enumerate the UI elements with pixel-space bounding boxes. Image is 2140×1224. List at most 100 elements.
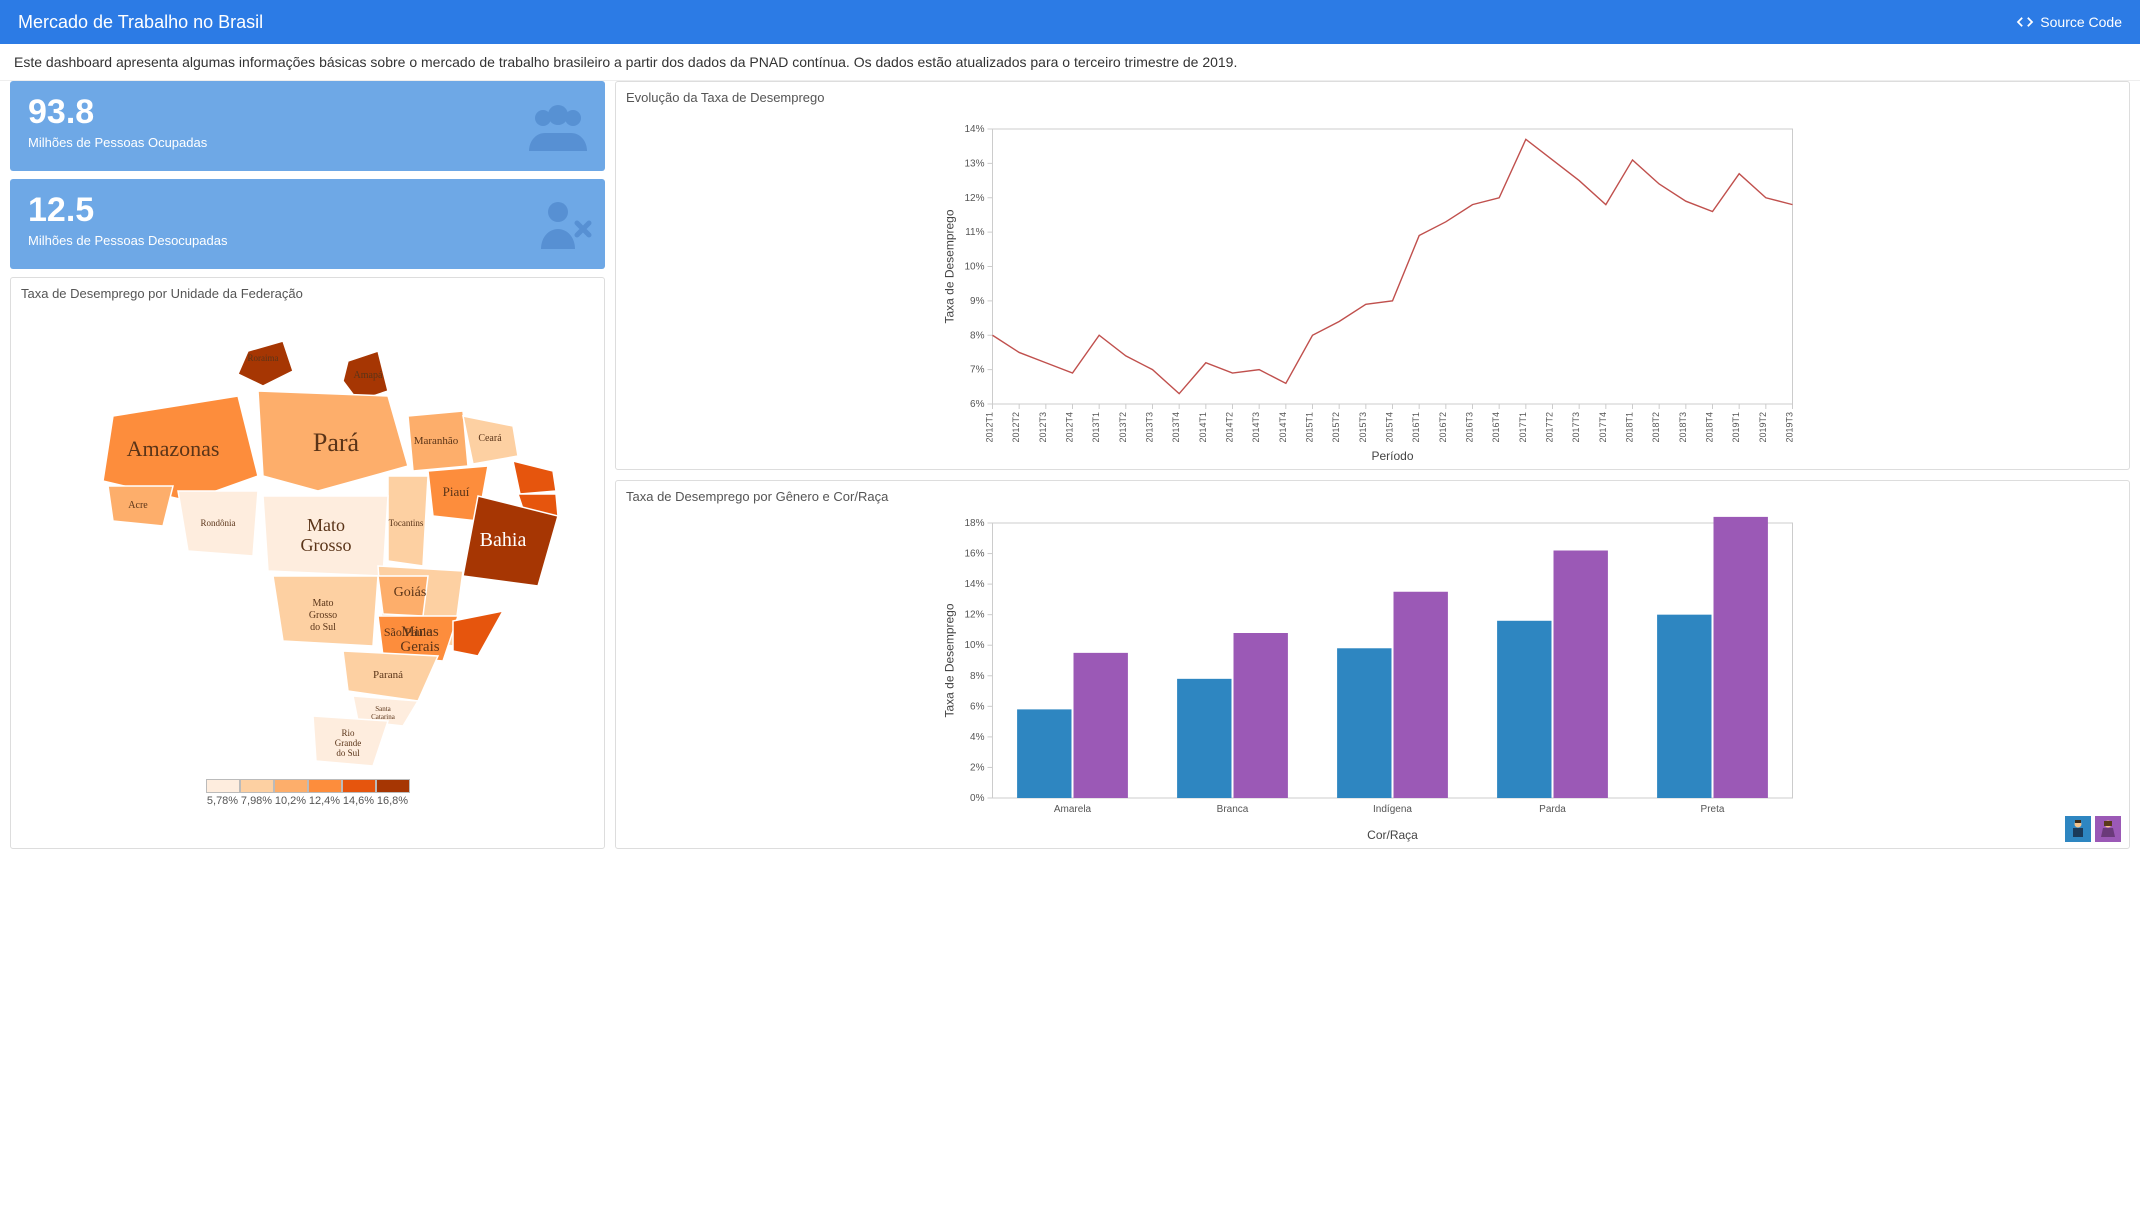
svg-text:2013T3: 2013T3	[1145, 412, 1155, 443]
svg-text:Roraima: Roraima	[247, 353, 278, 363]
svg-text:2017T1: 2017T1	[1518, 412, 1528, 443]
line-chart[interactable]: 6%7%8%9%10%11%12%13%14%2012T12012T22012T…	[616, 114, 2129, 464]
svg-text:Amapá: Amapá	[353, 370, 382, 381]
app-header: Mercado de Trabalho no Brasil Source Cod…	[0, 0, 2140, 44]
svg-text:6%: 6%	[970, 399, 985, 410]
svg-text:Grande: Grande	[334, 738, 361, 748]
svg-text:2018T1: 2018T1	[1625, 412, 1635, 443]
svg-text:Santa: Santa	[375, 705, 391, 713]
brazil-map[interactable]: Roraima Amapá Amazonas Pará Acre Rondôni…	[58, 316, 558, 771]
svg-text:11%: 11%	[965, 227, 984, 238]
svg-text:8%: 8%	[970, 330, 985, 341]
svg-text:2012T2: 2012T2	[1011, 412, 1021, 443]
kpi-occupied: 93.8 Milhões de Pessoas Ocupadas	[10, 81, 605, 171]
page-title: Mercado de Trabalho no Brasil	[18, 12, 263, 33]
svg-text:Taxa de Desemprego: Taxa de Desemprego	[943, 603, 957, 717]
svg-text:Catarina: Catarina	[371, 713, 396, 721]
svg-text:2019T3: 2019T3	[1785, 412, 1795, 443]
source-code-label: Source Code	[2040, 14, 2122, 30]
svg-text:do Sul: do Sul	[310, 622, 336, 633]
code-icon	[2016, 15, 2034, 29]
map-legend-labels: 5,78% 7,98% 10,2% 12,4% 14,6% 16,8%	[206, 795, 410, 807]
svg-text:2018T3: 2018T3	[1678, 412, 1688, 443]
svg-text:2014T1: 2014T1	[1198, 412, 1208, 443]
svg-text:2012T4: 2012T4	[1065, 412, 1075, 443]
svg-text:Parda: Parda	[1539, 804, 1566, 815]
gender-legend	[2065, 816, 2121, 842]
svg-text:2016T1: 2016T1	[1411, 412, 1421, 443]
svg-text:14%: 14%	[964, 124, 984, 135]
svg-text:Mato: Mato	[307, 515, 345, 535]
svg-text:2017T2: 2017T2	[1545, 412, 1555, 443]
line-chart-box: Evolução da Taxa de Desemprego 6% 7% 8% 9% 1…	[615, 81, 2130, 470]
svg-text:Bahia: Bahia	[479, 529, 526, 551]
svg-text:Rio: Rio	[341, 728, 355, 738]
svg-text:4%: 4%	[970, 732, 985, 743]
svg-text:do Sul: do Sul	[336, 748, 360, 758]
svg-text:8%: 8%	[970, 671, 985, 682]
svg-text:2016T2: 2016T2	[1438, 412, 1448, 443]
kpi-unemployed-value: 12.5	[28, 193, 587, 227]
bar-chart[interactable]: 0%2%4%6%8%10%12%14%16%18%AmarelaBrancaIn…	[616, 513, 2129, 843]
svg-text:10%: 10%	[964, 262, 984, 273]
svg-text:2013T2: 2013T2	[1118, 412, 1128, 443]
svg-text:Grosso: Grosso	[308, 610, 336, 621]
svg-text:Grosso: Grosso	[300, 535, 351, 555]
svg-text:2016T4: 2016T4	[1491, 412, 1501, 443]
svg-text:9%: 9%	[970, 296, 985, 307]
svg-text:Período: Período	[1371, 449, 1413, 463]
person-remove-icon	[533, 199, 593, 249]
svg-text:14%: 14%	[964, 579, 984, 590]
svg-text:Indígena: Indígena	[1373, 804, 1412, 815]
svg-text:2013T4: 2013T4	[1171, 412, 1181, 443]
svg-text:Tocantins: Tocantins	[388, 518, 423, 528]
svg-text:16%: 16%	[964, 549, 984, 560]
male-icon	[2065, 816, 2091, 842]
svg-text:2017T4: 2017T4	[1598, 412, 1608, 443]
svg-text:6%: 6%	[970, 701, 985, 712]
svg-text:2013T1: 2013T1	[1091, 412, 1101, 443]
intro-text: Este dashboard apresenta algumas informa…	[0, 44, 2140, 81]
kpi-occupied-label: Milhões de Pessoas Ocupadas	[28, 135, 587, 150]
svg-text:2018T2: 2018T2	[1651, 412, 1661, 443]
svg-text:Pará: Pará	[312, 428, 359, 457]
kpi-unemployed: 12.5 Milhões de Pessoas Desocupadas	[10, 179, 605, 269]
svg-text:Amazonas: Amazonas	[126, 436, 219, 461]
svg-text:2%: 2%	[970, 762, 985, 773]
svg-text:0%: 0%	[970, 793, 985, 804]
svg-text:2019T2: 2019T2	[1758, 412, 1768, 443]
svg-text:Gerais: Gerais	[400, 639, 439, 655]
source-code-link[interactable]: Source Code	[2016, 14, 2122, 30]
kpi-unemployed-label: Milhões de Pessoas Desocupadas	[28, 233, 587, 248]
people-group-icon	[523, 101, 593, 151]
svg-text:São Paulo: São Paulo	[383, 625, 431, 639]
svg-text:Cor/Raça: Cor/Raça	[1367, 828, 1418, 842]
svg-text:Paraná: Paraná	[373, 669, 403, 681]
svg-text:Ceará: Ceará	[478, 433, 502, 444]
svg-text:Mato: Mato	[312, 598, 333, 609]
svg-text:18%: 18%	[964, 518, 984, 529]
svg-text:2014T2: 2014T2	[1225, 412, 1235, 443]
svg-text:13%: 13%	[964, 158, 984, 169]
svg-text:2015T3: 2015T3	[1358, 412, 1368, 443]
line-chart-title: Evolução da Taxa de Desemprego	[616, 82, 2129, 114]
svg-text:Maranhão: Maranhão	[413, 435, 458, 447]
svg-text:Goiás: Goiás	[393, 585, 426, 600]
svg-text:Piauí: Piauí	[442, 484, 469, 499]
svg-text:2015T4: 2015T4	[1385, 412, 1395, 443]
svg-text:2015T2: 2015T2	[1331, 412, 1341, 443]
svg-text:7%: 7%	[970, 365, 985, 376]
bar-chart-box: Taxa de Desemprego por Gênero e Cor/Raça…	[615, 480, 2130, 849]
svg-text:Taxa de Desemprego: Taxa de Desemprego	[943, 209, 957, 323]
svg-text:2014T3: 2014T3	[1251, 412, 1261, 443]
map-title: Taxa de Desemprego por Unidade da Federa…	[11, 278, 604, 310]
bar-chart-title: Taxa de Desemprego por Gênero e Cor/Raça	[616, 481, 2129, 513]
svg-text:Acre: Acre	[128, 500, 148, 511]
svg-text:2016T3: 2016T3	[1465, 412, 1475, 443]
svg-text:2014T4: 2014T4	[1278, 412, 1288, 443]
svg-text:2012T1: 2012T1	[985, 412, 995, 443]
svg-text:2015T1: 2015T1	[1305, 412, 1315, 443]
svg-text:12%: 12%	[964, 610, 984, 621]
svg-text:Rondônia: Rondônia	[200, 518, 235, 528]
svg-text:Branca: Branca	[1217, 804, 1249, 815]
